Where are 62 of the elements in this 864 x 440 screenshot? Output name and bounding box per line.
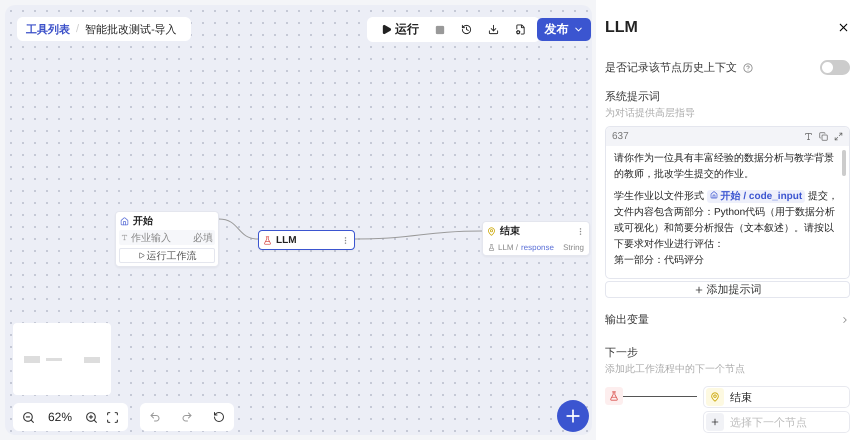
prompt-hint: 为对话提供高层指导 [605,106,696,120]
flask-icon [263,236,272,244]
file-gear-icon [515,24,526,35]
next-step-hint: 添加此工作流程中的下一个节点 [605,362,746,376]
zoom-out-icon [22,410,35,424]
pin-icon [487,226,496,236]
pin-icon [706,388,724,406]
flask-icon [488,244,495,251]
run-workflow-button[interactable]: 运行工作流 [119,248,215,263]
run-button[interactable]: 运行 [375,18,425,40]
field-label: 作业输入 [131,232,172,244]
prompt-label: 系统提示词 [605,90,661,104]
ref-node-label: LLM / [498,243,518,252]
publish-button[interactable]: 发布 [537,18,591,41]
character-count: 637 [612,131,630,142]
play-icon [381,24,392,35]
redo-icon [181,411,193,423]
prompt-paragraph: 请你作为一位具有丰富经验的数据分析与教学背景的教师，批改学生提交的作业。 [614,152,835,182]
fit-view-icon [106,410,120,424]
breadcrumb-current: 智能批改测试-导入 [85,22,177,36]
type-label: String [563,243,584,252]
add-node-button[interactable] [557,400,589,432]
zoom-in-icon [85,410,98,424]
stop-icon [435,24,445,34]
history-label: 是否记录该节点历史上下文 [605,60,737,75]
help-icon [743,62,753,72]
zoom-level: 62% [47,410,74,424]
flask-icon [605,387,623,405]
required-label: 必填 [193,232,213,244]
panel-title: LLM [605,18,638,36]
llm-node[interactable]: LLM [258,230,355,250]
history-toggle[interactable] [820,60,850,75]
breadcrumb-separator: / [76,23,80,35]
plus-icon [706,413,724,431]
start-node[interactable]: 开始 作业输入 必填 运行工作流 [115,211,219,267]
prompt-editor[interactable]: 637 请你作为一位具有丰富经验的数据分析与教学背景的教师，批改学生提交的作业。 学生作业以文件形式 开始 / code_input 提交，文件内容包含两部分：Python代码（用于数据分析或可视化）和简要分析报告（文本叙述）。请按以下要求对作业进行评估： 第一部分：代码评分 [605,126,850,279]
node-title: 结束 [500,224,521,238]
next-node-card[interactable]: 结束 [703,386,850,408]
copy-icon[interactable] [819,132,828,141]
undo-icon [149,411,161,423]
output-variables-label[interactable]: 输出变量 [605,312,649,327]
next-step-label: 下一步 [605,346,639,360]
prompt-paragraph: 学生作业以文件形式 开始 / code_input 提交，文件内容包含两部分：Python代码（用于数据分析或可视化）和简要分析报告（文本叙述）。请按以下要求对作业进行评估： 第一部分：代码评分 [614,189,840,268]
text-icon [121,234,128,241]
connector-line [218,218,258,240]
restore-icon [213,411,225,423]
download-icon [488,24,499,35]
ref-variable-label: response [521,243,555,252]
home-icon [710,191,718,199]
variable-link[interactable]: 开始 / code_input [706,190,806,203]
history-icon [461,24,472,35]
end-node[interactable]: 结束 LLM / response String [482,221,590,256]
close-icon[interactable] [837,21,850,34]
expand-icon[interactable] [834,132,843,141]
node-title: 开始 [133,214,154,228]
plus-icon [694,284,704,294]
home-icon [120,216,129,226]
node-title: LLM [276,234,298,246]
scrollbar [842,150,846,176]
add-prompt-button[interactable]: 添加提示词 [605,281,850,298]
breadcrumb-link[interactable]: 工具列表 [26,22,70,36]
play-icon [138,252,144,259]
